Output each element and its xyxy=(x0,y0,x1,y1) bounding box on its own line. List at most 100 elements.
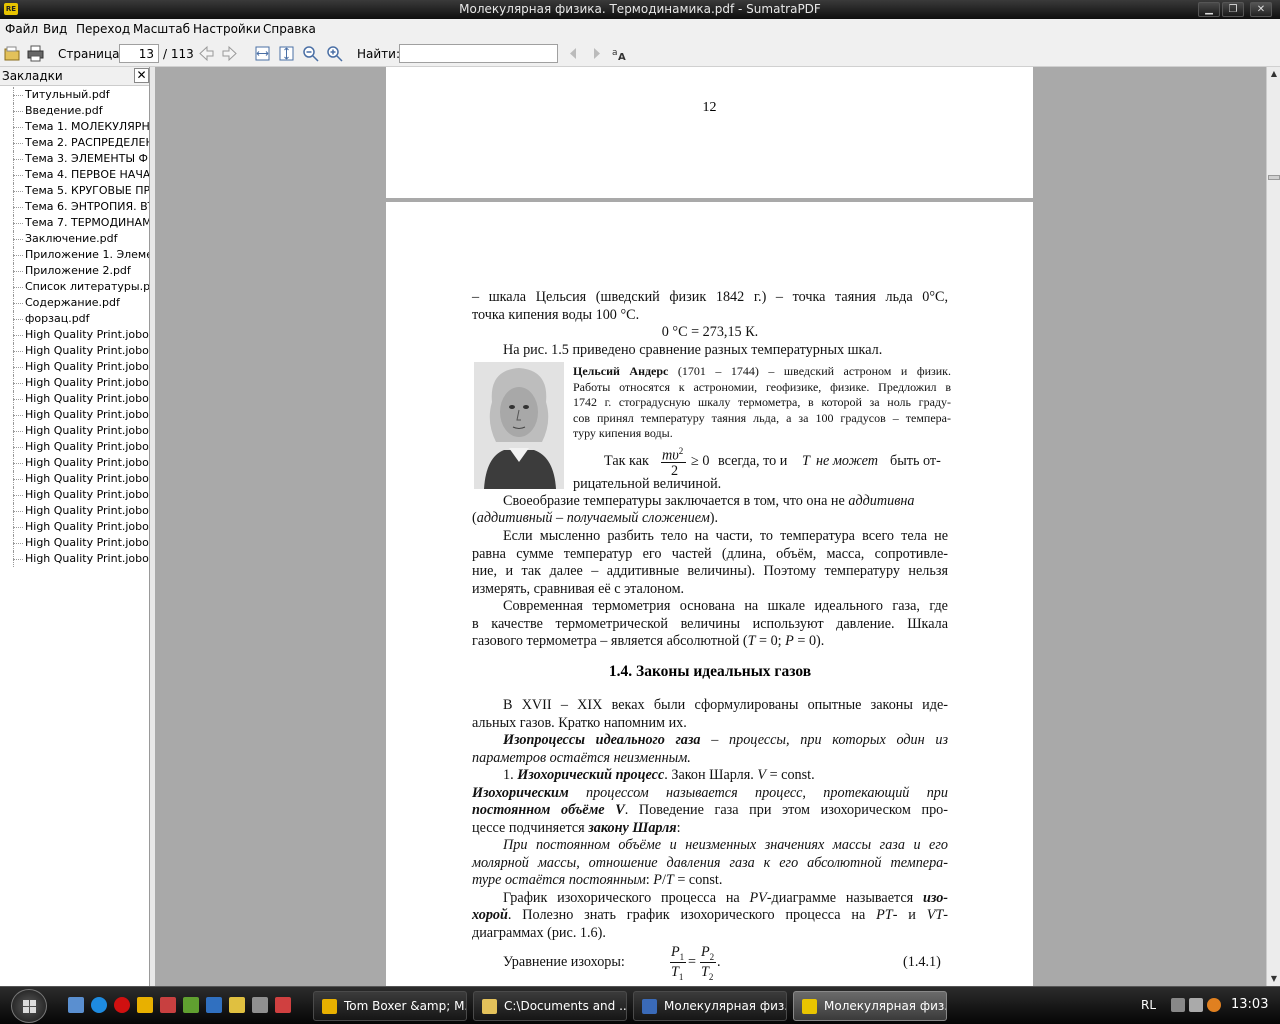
find-next-icon[interactable] xyxy=(588,45,605,62)
menu-file[interactable]: Файл xyxy=(5,22,38,36)
aimp-icon[interactable] xyxy=(137,997,153,1013)
volume-icon[interactable] xyxy=(1189,998,1203,1012)
disk-icon[interactable] xyxy=(275,997,291,1013)
bookmark-item[interactable]: Тема 1. МОЛЕКУЛЯРНО- xyxy=(0,119,149,135)
taskbar-button-label: C:\Documents and ... xyxy=(504,999,627,1013)
vertical-scrollbar[interactable]: ▲ ▼ xyxy=(1266,67,1280,986)
bookmark-item[interactable]: High Quality Print.jobop xyxy=(0,535,149,551)
bookmark-item[interactable]: High Quality Print.jobop xyxy=(0,519,149,535)
bookmark-item[interactable]: Тема 4. ПЕРВОЕ НАЧАЛО xyxy=(0,167,149,183)
taskbar-button-label: Молекулярная физ... xyxy=(664,999,787,1013)
text-line: В XVII – XIX веках были сформулированы о… xyxy=(503,697,948,713)
bookmark-item[interactable]: Титульный.pdf xyxy=(0,87,149,103)
close-button[interactable]: ✕ xyxy=(1250,2,1272,17)
bookmark-item[interactable]: Список литературы.pdf xyxy=(0,279,149,295)
taskbar-button-sumatra[interactable]: Молекулярная физ... xyxy=(793,991,947,1021)
text-span: - и xyxy=(892,907,927,923)
bookmark-item[interactable]: Тема 6. ЭНТРОПИЯ. ВТО xyxy=(0,199,149,215)
tools-icon[interactable] xyxy=(252,997,268,1013)
text-line: газового термометра – является абсолютно… xyxy=(472,633,948,651)
bookmark-item[interactable]: High Quality Print.jobop xyxy=(0,487,149,503)
bookmark-item[interactable]: Тема 5. КРУГОВЫЕ ПРО xyxy=(0,183,149,199)
network-tray-icon[interactable] xyxy=(1171,998,1185,1012)
scroll-thumb[interactable] xyxy=(1268,175,1280,180)
bookmark-item[interactable]: Тема 3. ЭЛЕМЕНТЫ ФИЗИ xyxy=(0,151,149,167)
bookmark-item[interactable]: Заключение.pdf xyxy=(0,231,149,247)
zoom-out-icon[interactable] xyxy=(302,45,319,62)
eq-subscript: 1 xyxy=(678,971,684,982)
bookmark-item[interactable]: High Quality Print.jobop xyxy=(0,359,149,375)
opera-icon[interactable] xyxy=(114,997,130,1013)
bookmark-item[interactable]: Введение.pdf xyxy=(0,103,149,119)
menu-help[interactable]: Справка xyxy=(263,22,316,36)
text-span: цессе подчиняется xyxy=(472,819,589,836)
bookmark-item[interactable]: High Quality Print.jobop xyxy=(0,343,149,359)
smiley-icon[interactable] xyxy=(229,997,245,1013)
menu-settings[interactable]: Настройки xyxy=(193,22,261,36)
taskbar-button-explorer[interactable]: C:\Documents and ... xyxy=(473,991,627,1021)
antivirus-tray-icon[interactable] xyxy=(1207,998,1221,1012)
maximize-button[interactable]: ❐ xyxy=(1222,2,1244,17)
bookmark-item[interactable]: High Quality Print.jobop xyxy=(0,423,149,439)
title-bar[interactable]: RE Молекулярная физика. Термодинамика.pd… xyxy=(0,0,1280,19)
taskbar-button-word[interactable]: Молекулярная физ... xyxy=(633,991,787,1021)
bookmark-item[interactable]: High Quality Print.jobop xyxy=(0,391,149,407)
bookmark-item[interactable]: High Quality Print.jobop xyxy=(0,503,149,519)
bio-line: Работы относятся к астрономии, геофизике… xyxy=(573,379,951,394)
open-folder-icon[interactable] xyxy=(4,45,21,62)
zoom-in-icon[interactable] xyxy=(326,45,343,62)
internet-explorer-icon[interactable] xyxy=(91,997,107,1013)
prev-page-icon[interactable] xyxy=(198,45,215,62)
menu-view[interactable]: Вид xyxy=(43,22,67,36)
eq-dot: . xyxy=(717,954,721,970)
bookmark-item[interactable]: High Quality Print.jobop xyxy=(0,407,149,423)
bookmark-item[interactable]: форзац.pdf xyxy=(0,311,149,327)
fit-width-icon[interactable] xyxy=(254,45,271,62)
text-line: На рис. 1.5 приведено сравнение разных т… xyxy=(503,342,883,358)
bookmark-item[interactable]: High Quality Print.jobop xyxy=(0,455,149,471)
sidebar-close-button[interactable]: ✕ xyxy=(134,68,149,83)
page-number-input[interactable]: 13 xyxy=(119,44,159,63)
bookmark-item[interactable]: High Quality Print.jobop xyxy=(0,551,149,567)
bookmark-item[interactable]: Тема 2. РАСПРЕДЕЛЕНИ xyxy=(0,135,149,151)
bookmark-item[interactable]: Тема 7. ТЕРМОДИНАМИ xyxy=(0,215,149,231)
print-icon[interactable] xyxy=(27,45,44,62)
taskbar-button-aimp[interactable]: Tom Boxer &amp; M... xyxy=(313,991,467,1021)
text-span: – процессы, при которых один из xyxy=(700,732,948,748)
bookmark-item[interactable]: High Quality Print.jobop xyxy=(0,471,149,487)
text-line: Если мысленно разбить тело на части, то … xyxy=(503,528,948,544)
bookmark-item[interactable]: High Quality Print.jobop xyxy=(0,327,149,343)
fraction-bar xyxy=(670,962,686,963)
app-launcher-icon[interactable] xyxy=(160,997,176,1013)
text-span: -диаграмме называется xyxy=(766,889,923,906)
text-line: Современная термометрия основана на шкал… xyxy=(503,598,948,614)
find-input[interactable] xyxy=(399,44,558,63)
start-button[interactable] xyxy=(11,989,47,1023)
show-desktop-icon[interactable] xyxy=(68,997,84,1013)
folder-icon xyxy=(482,999,497,1014)
scroll-down-arrow-icon[interactable]: ▼ xyxy=(1267,972,1280,986)
minimize-button[interactable]: ▁ xyxy=(1198,2,1220,17)
torrent-icon[interactable] xyxy=(183,997,199,1013)
bookmark-item[interactable]: High Quality Print.jobop xyxy=(0,439,149,455)
bookmark-item[interactable]: Приложение 1. Элемен xyxy=(0,247,149,263)
scroll-up-arrow-icon[interactable]: ▲ xyxy=(1267,67,1280,81)
match-case-icon[interactable]: aA xyxy=(611,45,628,62)
find-prev-icon[interactable] xyxy=(565,45,582,62)
fit-page-icon[interactable] xyxy=(278,45,295,62)
document-canvas[interactable]: 12 – шкала Цельсия (шведский физик 1842 … xyxy=(155,67,1266,986)
clock[interactable]: 13:03 xyxy=(1231,997,1268,1012)
bookmark-item[interactable]: Приложение 2.pdf xyxy=(0,263,149,279)
text-span: туре остаётся постоянным xyxy=(472,872,646,888)
bookmark-item[interactable]: High Quality Print.jobop xyxy=(0,375,149,391)
language-indicator[interactable]: RL xyxy=(1141,998,1156,1012)
text-span: = const. xyxy=(766,767,815,783)
word-doc-icon xyxy=(642,999,657,1014)
page-number: 12 xyxy=(702,100,717,115)
menu-zoom[interactable]: Масштаб xyxy=(133,22,190,36)
network-icon[interactable] xyxy=(206,997,222,1013)
eq-t2: T2 xyxy=(701,964,713,986)
next-page-icon[interactable] xyxy=(221,45,238,62)
menu-go[interactable]: Переход xyxy=(76,22,130,36)
bookmark-item[interactable]: Содержание.pdf xyxy=(0,295,149,311)
